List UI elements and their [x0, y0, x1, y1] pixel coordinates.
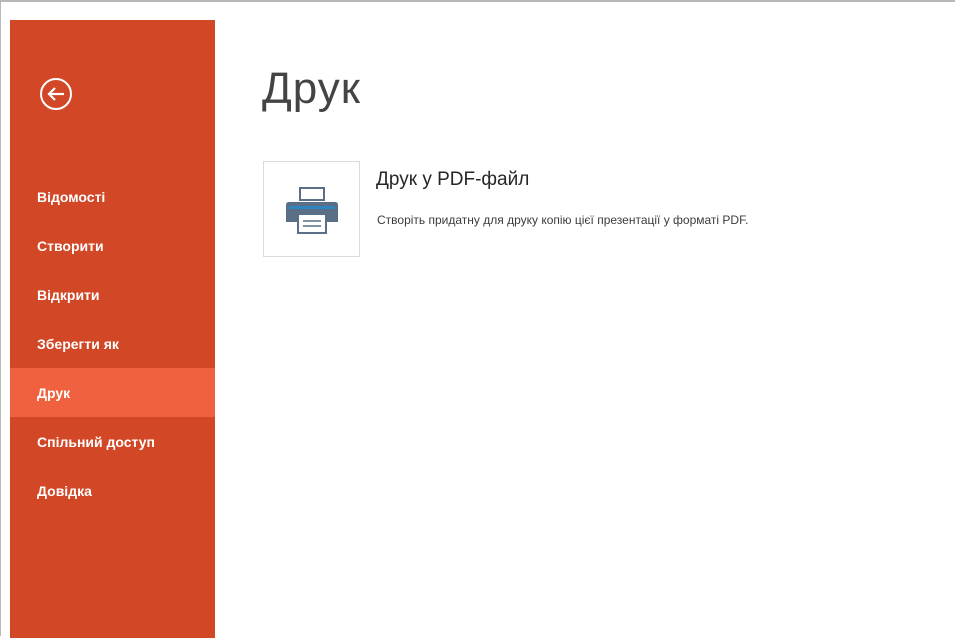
- page-title: Друк: [262, 64, 362, 113]
- nav-item-new[interactable]: Створити: [10, 221, 215, 270]
- nav-item-label: Створити: [37, 237, 104, 254]
- nav-item-help[interactable]: Довідка: [10, 466, 215, 515]
- backstage-nav: Відомості Створити Відкрити Зберегти як …: [10, 172, 215, 515]
- nav-item-share[interactable]: Спільний доступ: [10, 417, 215, 466]
- backstage-sidebar: Відомості Створити Відкрити Зберегти як …: [10, 20, 215, 638]
- back-arrow-circle-icon: [40, 78, 72, 110]
- nav-item-label: Довідка: [37, 482, 92, 499]
- nav-item-save-as[interactable]: Зберегти як: [10, 319, 215, 368]
- nav-item-info[interactable]: Відомості: [10, 172, 215, 221]
- nav-item-print[interactable]: Друк: [10, 368, 215, 417]
- nav-item-open[interactable]: Відкрити: [10, 270, 215, 319]
- nav-item-label: Спільний доступ: [37, 433, 156, 450]
- nav-item-label: Зберегти як: [37, 335, 119, 352]
- backstage-window: Відомості Створити Відкрити Зберегти як …: [0, 0, 955, 638]
- print-option-title[interactable]: Друк у PDF-файл: [376, 169, 529, 191]
- main-content: Друк Друк у PDF-файл Створіть придатну д…: [215, 20, 955, 636]
- nav-item-label: Відкрити: [37, 286, 100, 303]
- nav-item-label: Друк: [37, 384, 71, 401]
- back-button[interactable]: [38, 76, 74, 112]
- nav-item-label: Відомості: [37, 188, 106, 205]
- print-to-pdf-button[interactable]: [263, 161, 360, 257]
- printer-icon: [285, 187, 338, 234]
- window-edge: [1, 12, 10, 638]
- print-option-description: Створіть придатну для друку копію цієї п…: [377, 213, 749, 227]
